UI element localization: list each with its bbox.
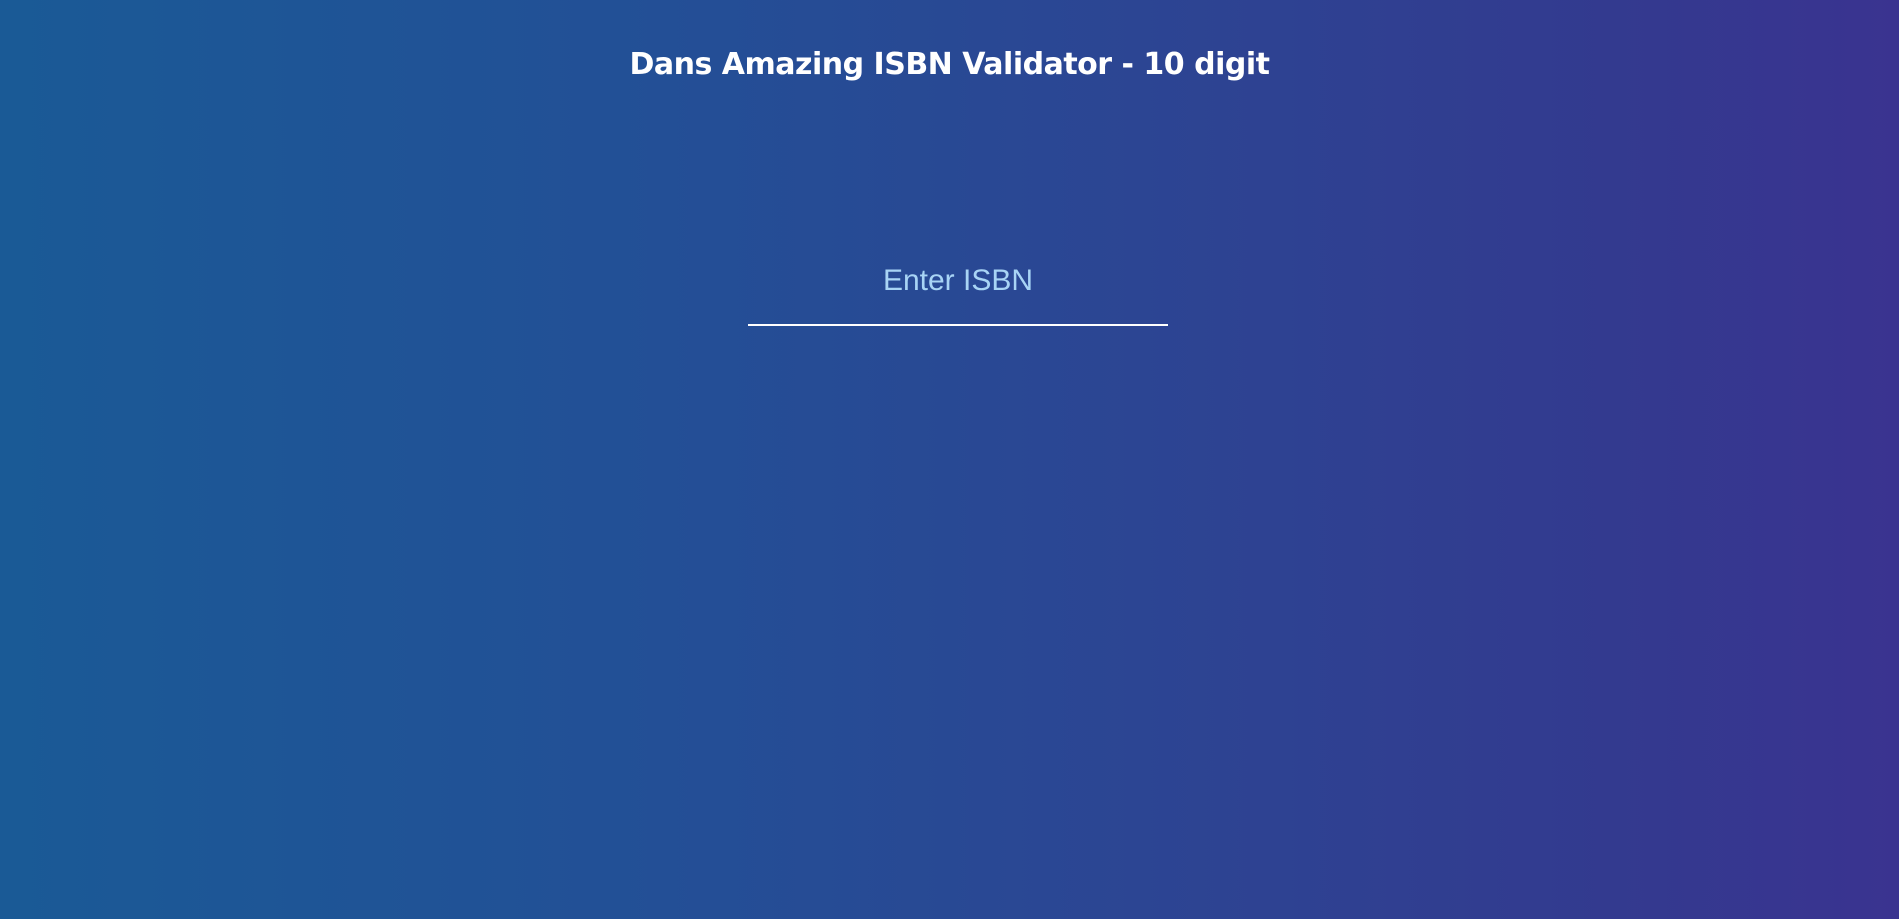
isbn-form <box>748 252 1168 326</box>
isbn-input[interactable] <box>748 252 1168 326</box>
app-container: Dans Amazing ISBN Validator - 10 digit <box>0 0 1899 919</box>
page-title: Dans Amazing ISBN Validator - 10 digit <box>629 47 1270 82</box>
